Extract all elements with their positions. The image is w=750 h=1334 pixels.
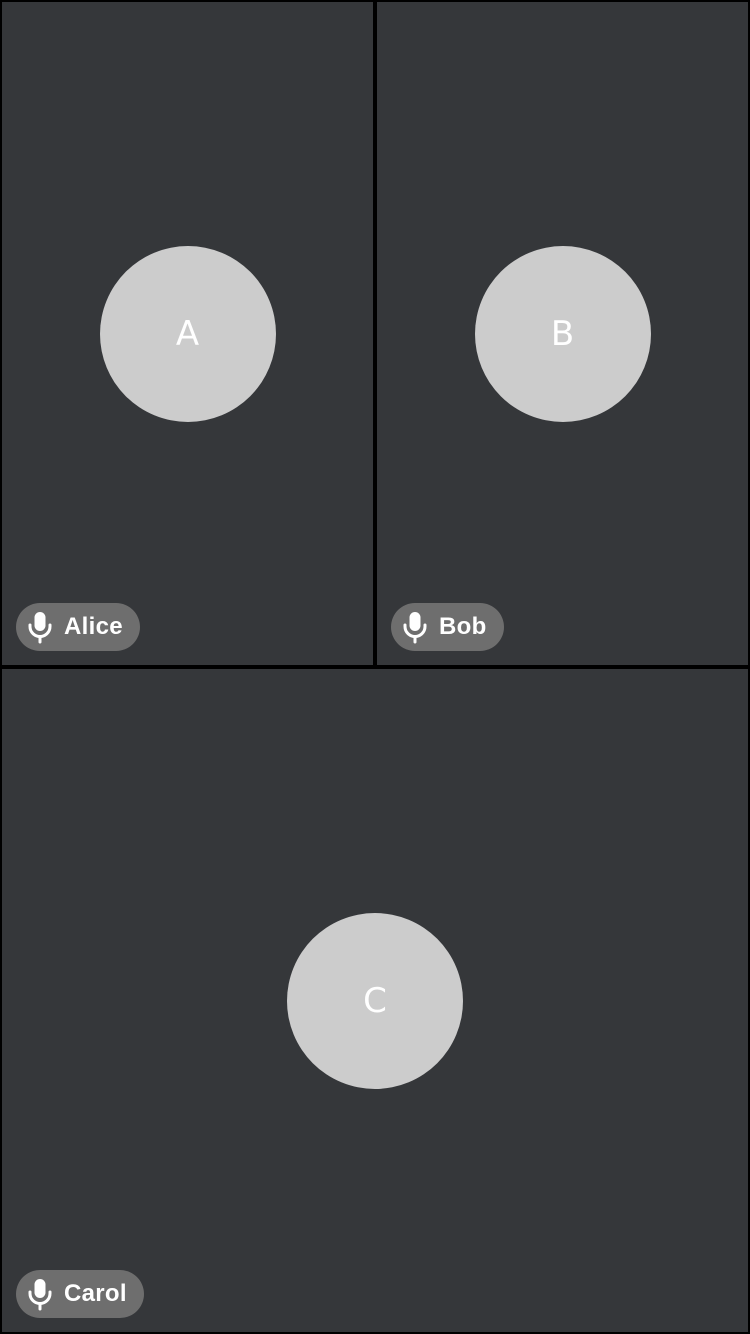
avatar: A bbox=[99, 245, 276, 422]
participant-name: Carol bbox=[64, 1280, 127, 1307]
participant-tile-bob[interactable]: B Bob bbox=[377, 2, 748, 665]
participant-name: Bob bbox=[439, 613, 487, 640]
participant-name-badge: Bob bbox=[391, 603, 504, 651]
participant-tile-carol[interactable]: C Carol bbox=[2, 669, 748, 1332]
participant-name: Alice bbox=[64, 613, 123, 640]
avatar: B bbox=[474, 245, 651, 422]
participant-name-badge: Carol bbox=[16, 1270, 144, 1318]
microphone-icon bbox=[401, 610, 429, 644]
microphone-icon bbox=[26, 1277, 54, 1311]
participant-grid: A Alice B Bob C Carol bbox=[0, 0, 750, 1334]
participant-name-badge: Alice bbox=[16, 603, 140, 651]
avatar: C bbox=[287, 912, 463, 1089]
microphone-icon bbox=[26, 610, 54, 644]
participant-tile-alice[interactable]: A Alice bbox=[2, 2, 373, 665]
